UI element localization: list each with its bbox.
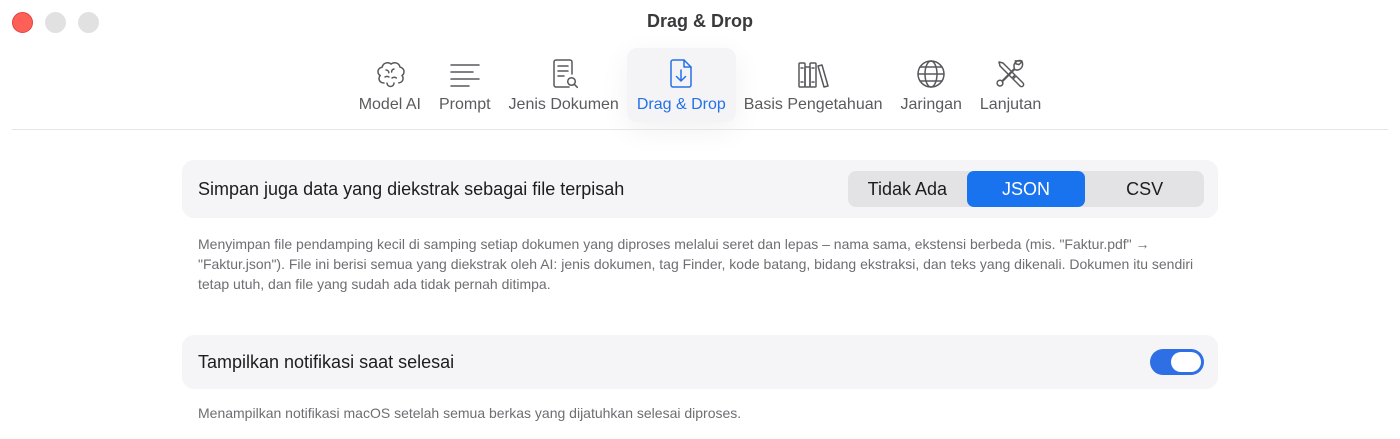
notification-setting-label: Tampilkan notifikasi saat selesai <box>198 351 455 372</box>
segment-json[interactable]: JSON <box>966 171 1086 207</box>
toggle-knob <box>1171 352 1201 372</box>
segment-tidak-ada[interactable]: Tidak Ada <box>848 171 967 207</box>
tab-basis-pengetahuan[interactable]: Basis Pengetahuan <box>734 48 893 122</box>
toolbar-divider <box>12 129 1388 130</box>
brain-icon <box>370 54 410 94</box>
tab-jenis-dokumen[interactable]: Jenis Dokumen <box>499 48 629 122</box>
tab-lanjutan[interactable]: Lanjutan <box>970 48 1051 122</box>
export-setting-label: Simpan juga data yang diekstrak sebagai … <box>198 178 625 199</box>
preferences-window: Drag & Drop Model AI Prompt Jenis Dokume… <box>0 0 1400 439</box>
books-icon <box>793 54 833 94</box>
tab-label: Prompt <box>438 96 491 113</box>
tab-label: Jenis Dokumen <box>508 96 619 113</box>
text-lines-icon <box>445 54 485 94</box>
tab-label: Lanjutan <box>979 96 1042 113</box>
tab-model-ai[interactable]: Model AI <box>349 48 431 122</box>
tab-drag-drop[interactable]: Drag & Drop <box>626 48 736 122</box>
export-setting-description: Menyimpan file pendamping kecil di sampi… <box>198 236 1194 292</box>
segment-csv[interactable]: CSV <box>1085 171 1204 207</box>
window-title: Drag & Drop <box>646 11 753 31</box>
export-format-segmented-control[interactable]: Tidak Ada JSON CSV <box>848 171 1204 207</box>
tab-label: Basis Pengetahuan <box>743 96 883 113</box>
export-setting-row: Simpan juga data yang diekstrak sebagai … <box>182 160 1218 218</box>
tab-label: Model AI <box>358 96 421 113</box>
preferences-toolbar: Model AI Prompt Jenis Dokumen Drag & Dro… <box>0 48 1400 122</box>
document-download-icon <box>661 54 701 94</box>
notification-setting-row: Tampilkan notifikasi saat selesai <box>182 335 1218 389</box>
tab-prompt[interactable]: Prompt <box>429 48 501 122</box>
notification-setting-description: Menampilkan notifikasi macOS setelah sem… <box>198 405 742 421</box>
tab-label: Jaringan <box>900 96 962 113</box>
tools-icon <box>991 54 1031 94</box>
document-search-icon <box>544 54 584 94</box>
notification-toggle[interactable] <box>1150 349 1204 375</box>
tab-label: Drag & Drop <box>636 96 726 113</box>
globe-icon <box>911 54 951 94</box>
tab-jaringan[interactable]: Jaringan <box>891 48 972 122</box>
